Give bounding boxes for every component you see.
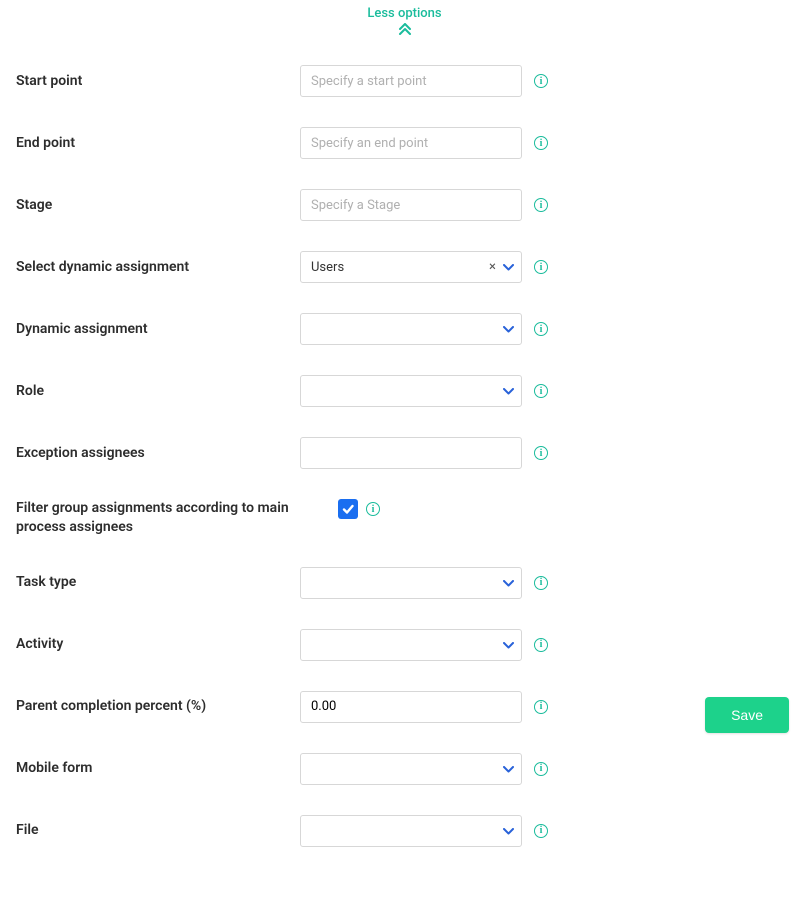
end-point-input[interactable] (300, 127, 522, 159)
task-type-dropdown[interactable] (300, 567, 522, 599)
select-dynamic-value: Users (311, 260, 344, 275)
dynamic-label: Dynamic assignment (16, 320, 300, 339)
file-dropdown[interactable] (300, 815, 522, 847)
start-point-label: Start point (16, 72, 300, 91)
filter-group-checkbox[interactable] (338, 499, 358, 519)
info-icon[interactable]: i (534, 74, 548, 88)
mobile-form-label: Mobile form (16, 759, 300, 778)
info-icon[interactable]: i (534, 638, 548, 652)
end-point-label: End point (16, 134, 300, 153)
filter-group-label: Filter group assignments according to ma… (16, 499, 300, 537)
info-icon[interactable]: i (534, 198, 548, 212)
activity-dropdown[interactable] (300, 629, 522, 661)
info-icon[interactable]: i (534, 260, 548, 274)
info-icon[interactable]: i (534, 576, 548, 590)
info-icon[interactable]: i (534, 384, 548, 398)
save-button[interactable]: Save (705, 697, 789, 733)
check-icon (341, 502, 355, 516)
chevron-double-up-icon (16, 23, 793, 35)
parent-pct-label: Parent completion percent (%) (16, 697, 300, 716)
info-icon[interactable]: i (534, 824, 548, 838)
file-label: File (16, 821, 300, 840)
info-icon[interactable]: i (534, 762, 548, 776)
info-icon[interactable]: i (534, 322, 548, 336)
less-options-toggle[interactable]: Less options (16, 0, 793, 35)
task-type-label: Task type (16, 573, 300, 592)
info-icon[interactable]: i (534, 136, 548, 150)
close-icon[interactable]: × (489, 261, 496, 274)
activity-label: Activity (16, 635, 300, 654)
exception-input[interactable] (300, 437, 522, 469)
info-icon[interactable]: i (534, 446, 548, 460)
stage-label: Stage (16, 196, 300, 215)
mobile-form-dropdown[interactable] (300, 753, 522, 785)
role-dropdown[interactable] (300, 375, 522, 407)
parent-pct-input[interactable] (300, 691, 522, 723)
role-label: Role (16, 382, 300, 401)
info-icon[interactable]: i (534, 700, 548, 714)
stage-input[interactable] (300, 189, 522, 221)
exception-label: Exception assignees (16, 444, 300, 463)
info-icon[interactable]: i (366, 502, 380, 516)
dynamic-dropdown[interactable] (300, 313, 522, 345)
less-options-label: Less options (16, 6, 793, 21)
start-point-input[interactable] (300, 65, 522, 97)
select-dynamic-label: Select dynamic assignment (16, 258, 300, 277)
